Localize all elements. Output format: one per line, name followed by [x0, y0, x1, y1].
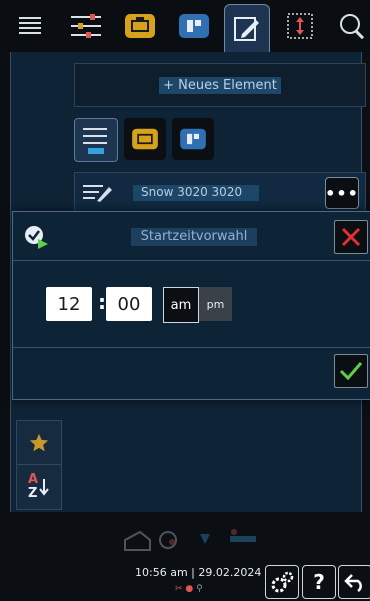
status-indicators: ✂ ● ⚲	[175, 584, 203, 594]
settings-sliders-icon[interactable]	[64, 4, 108, 48]
top-toolbar	[0, 0, 370, 53]
search-icon[interactable]	[330, 4, 370, 48]
minutes-input[interactable]: 00	[106, 287, 152, 321]
close-icon	[341, 227, 361, 247]
back-arrow-icon	[344, 574, 362, 592]
plug-icon: ⚲	[196, 584, 203, 594]
date: 29.02.2024	[198, 566, 262, 579]
time: 10:56 am	[135, 566, 188, 579]
close-button[interactable]	[334, 220, 368, 254]
list-item-label: Snow 3020 3020	[133, 185, 259, 201]
settings-gear-button[interactable]	[265, 565, 299, 599]
dialog-header: Startzeitvorwahl	[13, 212, 370, 260]
help-label: ?	[313, 570, 325, 594]
start-time-dialog: Startzeitvorwahl 12 : 00 am pm	[12, 211, 370, 400]
datetime: 10:56 am | 29.02.2024	[135, 566, 261, 579]
divider	[13, 260, 370, 261]
cooking-pot-icon[interactable]	[118, 4, 162, 48]
am-toggle[interactable]: am	[163, 287, 199, 323]
vertical-resize-icon[interactable]	[278, 4, 322, 48]
edit-list-icon	[83, 183, 113, 207]
hours-input[interactable]: 12	[46, 287, 92, 321]
tab-settings[interactable]	[74, 118, 118, 162]
tab-cabinet[interactable]	[172, 118, 214, 160]
pm-toggle[interactable]: pm	[199, 287, 232, 321]
new-element-button[interactable]: + Neues Element	[74, 63, 366, 107]
gear-icon	[271, 571, 294, 593]
record-icon: ●	[185, 584, 194, 594]
status-icons-faded	[120, 522, 270, 552]
separator: |	[191, 566, 195, 579]
checkmark-icon	[339, 362, 363, 381]
sort-button[interactable]: A Z	[16, 464, 62, 510]
divider	[13, 347, 370, 348]
help-button[interactable]: ?	[302, 565, 336, 599]
list-item[interactable]: Snow 3020 3020 •••	[74, 172, 366, 214]
dialog-title: Startzeitvorwahl	[131, 228, 257, 246]
list-icon[interactable]	[8, 4, 52, 48]
sort-az-icon: A Z	[28, 473, 50, 501]
time-separator: :	[98, 290, 106, 314]
cabinet-icon[interactable]	[172, 4, 216, 48]
tab-cooking[interactable]	[124, 118, 166, 160]
new-element-label: + Neues Element	[159, 76, 281, 94]
confirm-button[interactable]	[334, 354, 368, 388]
more-options-button[interactable]: •••	[325, 177, 359, 209]
favorites-button[interactable]	[16, 420, 62, 466]
back-button[interactable]	[338, 565, 370, 599]
water-off-icon: ✂	[175, 584, 183, 594]
star-icon	[29, 433, 49, 452]
edit-icon[interactable]	[224, 4, 270, 53]
clock-play-icon	[23, 224, 49, 254]
